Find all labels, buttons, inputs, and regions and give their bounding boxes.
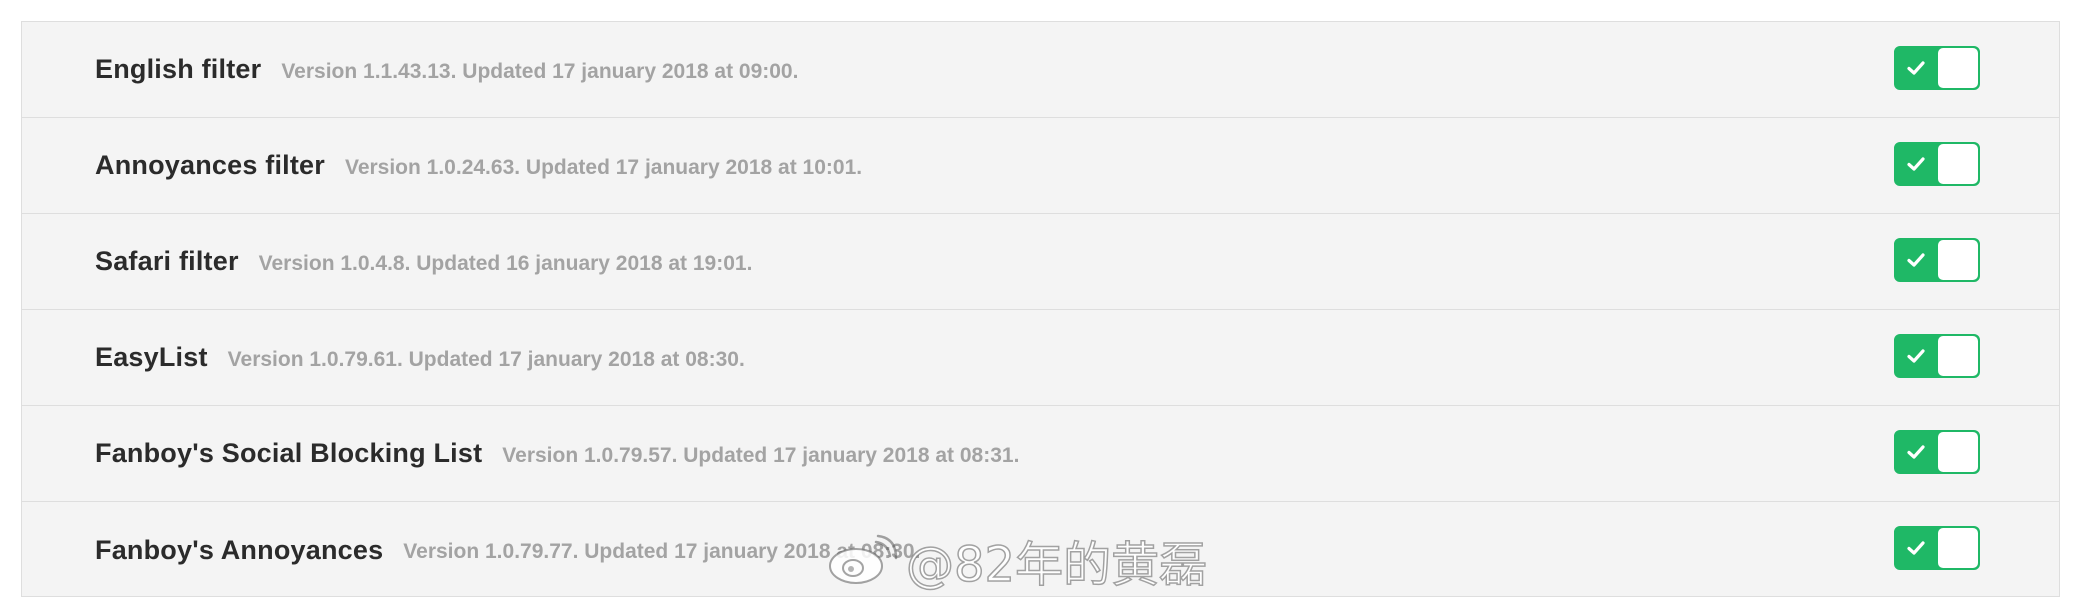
filter-name: Annoyances filter xyxy=(95,150,325,180)
filter-name: Safari filter xyxy=(95,246,239,276)
check-icon xyxy=(1907,61,1925,75)
check-icon xyxy=(1907,157,1925,171)
check-icon xyxy=(1907,253,1925,267)
toggle-knob xyxy=(1938,240,1978,280)
filter-info: Annoyances filter Version 1.0.24.63. Upd… xyxy=(95,118,862,213)
filter-list: English filter Version 1.1.43.13. Update… xyxy=(21,21,2060,597)
filter-name: Fanboy's Annoyances xyxy=(95,534,384,565)
filter-info: EasyList Version 1.0.79.61. Updated 17 j… xyxy=(95,310,745,405)
watermark-text: @82年的黄磊 xyxy=(905,536,1208,594)
filter-row-safari: Safari filter Version 1.0.4.8. Updated 1… xyxy=(22,214,2059,310)
filter-toggle-annoyances[interactable] xyxy=(1894,142,1980,186)
filter-info: English filter Version 1.1.43.13. Update… xyxy=(95,22,798,117)
filter-version-info: Version 1.0.79.61. Updated 17 january 20… xyxy=(227,347,745,371)
filter-row-annoyances: Annoyances filter Version 1.0.24.63. Upd… xyxy=(22,118,2059,214)
filter-version-info: Version 1.0.24.63. Updated 17 january 20… xyxy=(344,155,863,179)
filter-row-easylist: EasyList Version 1.0.79.61. Updated 17 j… xyxy=(22,310,2059,406)
filter-row-english: English filter Version 1.1.43.13. Update… xyxy=(22,22,2059,118)
filter-info: Safari filter Version 1.0.4.8. Updated 1… xyxy=(95,214,752,309)
filter-toggle-english[interactable] xyxy=(1894,46,1980,90)
filter-name: English filter xyxy=(95,54,262,84)
toggle-knob xyxy=(1938,528,1978,568)
filter-toggle-easylist[interactable] xyxy=(1894,334,1980,378)
filter-toggle-fanboy-social[interactable] xyxy=(1894,430,1980,474)
filter-row-fanboy-social: Fanboy's Social Blocking List Version 1.… xyxy=(22,406,2059,502)
weibo-logo-icon xyxy=(829,534,898,584)
filter-info: Fanboy's Annoyances Version 1.0.79.77. U… xyxy=(95,502,920,598)
toggle-knob xyxy=(1938,336,1978,376)
filter-name: Fanboy's Social Blocking List xyxy=(95,438,483,468)
check-icon xyxy=(1907,541,1925,555)
filter-version-info: Version 1.0.79.57. Updated 17 january 20… xyxy=(502,443,1020,467)
toggle-knob xyxy=(1938,144,1978,184)
filter-version-info: Version 1.0.4.8. Updated 16 january 2018… xyxy=(258,251,753,275)
filter-toggle-safari[interactable] xyxy=(1894,238,1980,282)
filters-page: English filter Version 1.1.43.13. Update… xyxy=(0,0,2080,616)
watermark: @82年的黄磊 xyxy=(826,528,1208,594)
check-icon xyxy=(1907,349,1925,363)
toggle-knob xyxy=(1938,432,1978,472)
check-icon xyxy=(1907,445,1925,459)
filter-toggle-fanboy-annoyances[interactable] xyxy=(1894,526,1980,570)
toggle-knob xyxy=(1938,48,1978,88)
filter-info: Fanboy's Social Blocking List Version 1.… xyxy=(95,406,1019,501)
filter-name: EasyList xyxy=(95,342,208,372)
filter-version-info: Version 1.1.43.13. Updated 17 january 20… xyxy=(281,59,799,83)
